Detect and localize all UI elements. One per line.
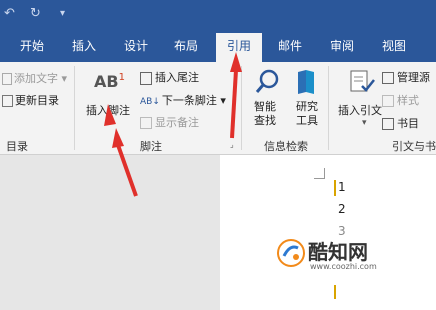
arrow-to-references-tab: [230, 52, 242, 72]
annotation-arrows: [104, 52, 242, 197]
arrow-to-references-tab-shaft: [230, 69, 238, 139]
arrow-to-insert-footnote: [104, 104, 116, 126]
arrow-to-footnote-group-shaft: [116, 144, 138, 197]
